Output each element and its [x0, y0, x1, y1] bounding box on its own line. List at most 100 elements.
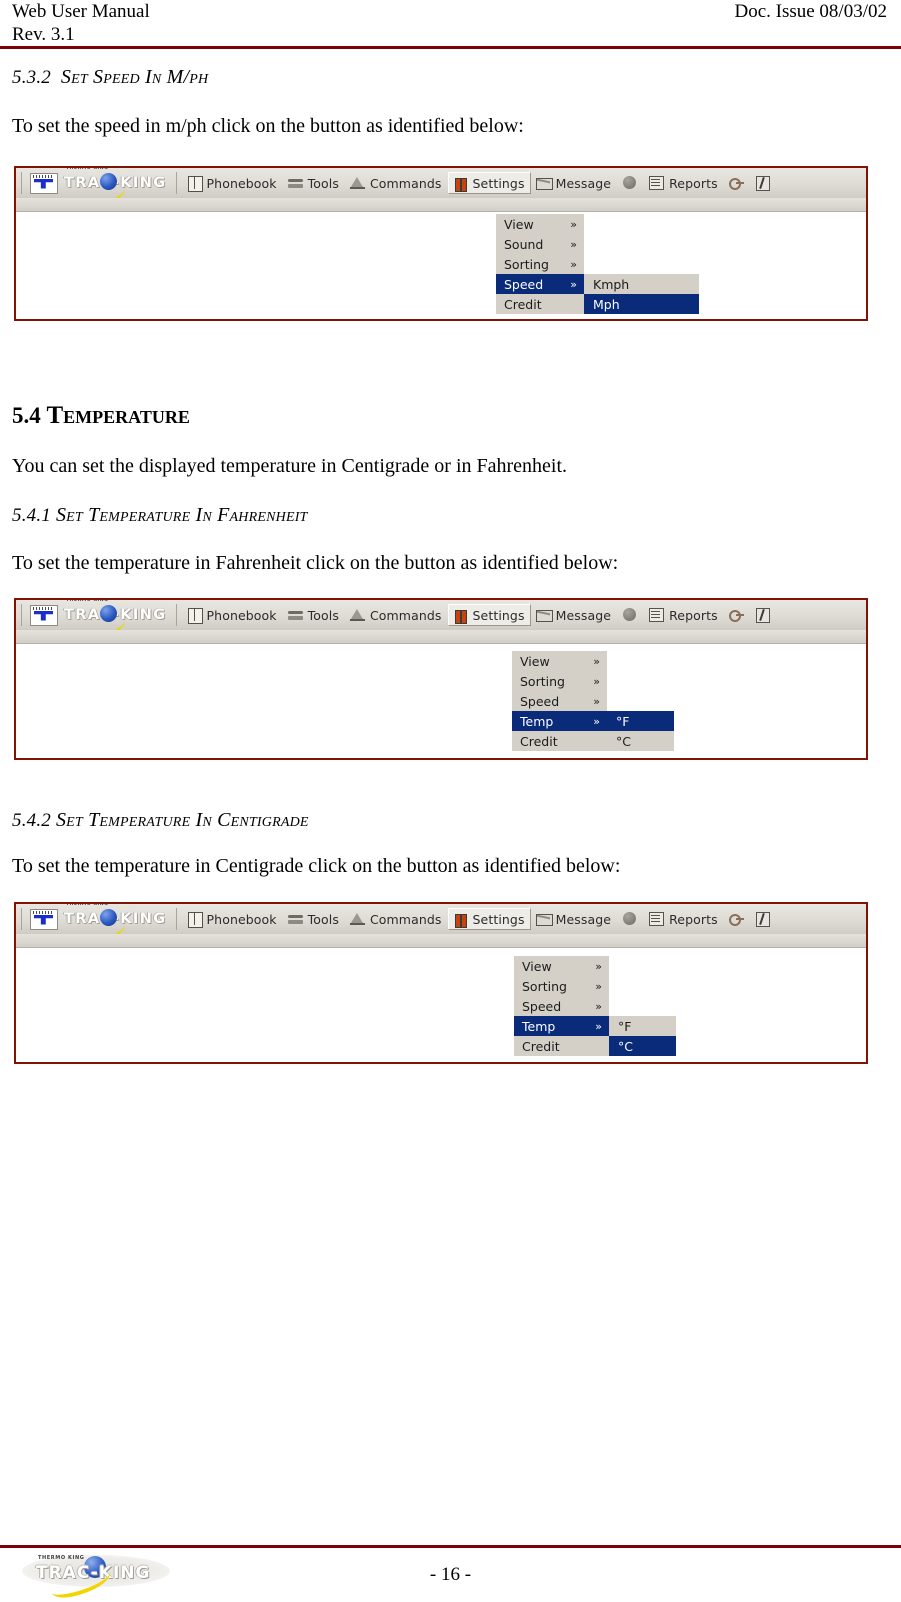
toolbar-item-tools[interactable]: Tools: [283, 172, 345, 194]
submenu-item-fahrenheit[interactable]: °F: [607, 711, 674, 731]
submenu-item-kmph[interactable]: Kmph: [584, 274, 699, 294]
toolbar-item-exit[interactable]: [751, 604, 778, 626]
chevron-right-icon: »: [570, 257, 577, 271]
header-rule: [0, 46, 901, 49]
submenu-item-celsius[interactable]: °C: [607, 731, 674, 751]
toolbar-item-commands[interactable]: Commands: [345, 172, 448, 194]
toolbar-item-message[interactable]: Message: [531, 908, 618, 930]
toolbar-item-message[interactable]: Message: [531, 604, 618, 626]
chevron-right-icon: »: [593, 674, 600, 688]
toolbar-label: Message: [555, 911, 612, 927]
brand-tagline: THERMO KING: [66, 904, 109, 907]
chevron-right-icon: »: [570, 237, 577, 251]
heading-5-4-1: 5.4.1 Set Temperature In Fahrenheit: [12, 504, 308, 527]
menu-item-label: Credit: [504, 296, 542, 312]
menu-item-label: Credit: [522, 1038, 560, 1054]
menu-item-label: Temp: [520, 713, 554, 729]
toolbar-label: Phonebook: [206, 911, 277, 927]
menu-item-sound[interactable]: Sound »: [496, 234, 584, 254]
menu-item-credit[interactable]: Credit: [512, 731, 607, 751]
toolbar-item-tools[interactable]: Tools: [283, 908, 345, 930]
menu-item-label: View: [504, 216, 534, 232]
toolbar-label: Tools: [307, 175, 339, 191]
chevron-right-icon: »: [570, 217, 577, 231]
menu-item-label: Sound: [504, 236, 544, 252]
menu-item-temp[interactable]: Temp »: [512, 711, 607, 731]
toolbar-divider: [175, 604, 177, 626]
paragraph-5-4: You can set the displayed temperature in…: [12, 455, 568, 477]
paragraph-5-3-2: To set the speed in m/ph click on the bu…: [12, 115, 524, 137]
menu-item-label: Credit: [520, 733, 558, 749]
menu-item-credit[interactable]: Credit: [496, 294, 584, 314]
commands-icon: [349, 175, 366, 191]
toolbar-label: Tools: [307, 607, 339, 623]
submenu-item-label: °C: [618, 1038, 633, 1054]
heading-5-3-2-title: Set Speed In M/ph: [60, 66, 209, 88]
toolbar-item-phonebook[interactable]: Phonebook: [182, 604, 283, 626]
app-toolbar: THERMO KING TRAC-KING Phonebook Tools Co…: [16, 904, 866, 948]
toolbar-item-key[interactable]: [724, 604, 751, 626]
toolbar-item-exit[interactable]: [751, 172, 778, 194]
toolbar-item-message[interactable]: Message: [531, 172, 618, 194]
toolbar-label: Commands: [369, 175, 442, 191]
toolbar-item-globe[interactable]: [617, 604, 644, 626]
heading-5-3-2-number: 5.3.2: [12, 67, 51, 88]
toolbar-item-globe[interactable]: [617, 172, 644, 194]
toolbar-item-reports[interactable]: Reports: [644, 172, 724, 194]
menu-item-speed[interactable]: Speed »: [496, 274, 584, 294]
toolbar-divider: [21, 908, 22, 930]
settings-icon: [452, 607, 469, 624]
brand-wordmark: THERMO KING TRAC-KING: [64, 904, 171, 948]
toolbar-item-reports[interactable]: Reports: [644, 604, 724, 626]
key-icon: [728, 911, 745, 927]
book-icon: [186, 911, 203, 928]
settings-menu: View » Sorting » Speed » Temp » Credit °…: [512, 651, 674, 751]
toolbar-item-exit[interactable]: [751, 908, 778, 930]
menu-item-sorting[interactable]: Sorting »: [512, 671, 607, 691]
toolbar-divider: [21, 604, 22, 626]
menu-item-label: Sorting: [520, 673, 565, 689]
menu-item-view[interactable]: View »: [496, 214, 584, 234]
commands-icon: [349, 911, 366, 927]
toolbar-item-settings[interactable]: Settings: [447, 604, 531, 626]
exit-icon: [755, 607, 772, 623]
toolbar-item-phonebook[interactable]: Phonebook: [182, 908, 283, 930]
toolbar-item-key[interactable]: [724, 172, 751, 194]
toolbar-strip: [16, 198, 866, 212]
footer-rule: [0, 1545, 901, 1548]
menu-item-speed[interactable]: Speed »: [512, 691, 607, 711]
toolbar-item-settings[interactable]: Settings: [447, 908, 531, 930]
toolbar-item-commands[interactable]: Commands: [345, 908, 448, 930]
menu-item-sorting[interactable]: Sorting »: [496, 254, 584, 274]
menu-item-view[interactable]: View »: [512, 651, 607, 671]
toolbar-item-commands[interactable]: Commands: [345, 604, 448, 626]
menu-item-sorting[interactable]: Sorting »: [514, 976, 609, 996]
submenu-item-mph[interactable]: Mph: [584, 294, 699, 314]
menu-item-credit[interactable]: Credit: [514, 1036, 609, 1056]
app-toolbar: THERMO KING TRAC-KING Phonebook Tools Co…: [16, 600, 866, 644]
toolbar-item-settings[interactable]: Settings: [447, 172, 531, 194]
message-icon: [535, 607, 553, 623]
speed-submenu: Kmph Mph: [584, 274, 699, 314]
toolbar-item-key[interactable]: [724, 908, 751, 930]
message-icon: [535, 175, 553, 191]
brand-wordmark: THERMO KING TRAC-KING: [64, 600, 171, 644]
submenu-item-fahrenheit[interactable]: °F: [609, 1016, 676, 1036]
submenu-item-celsius[interactable]: °C: [609, 1036, 676, 1056]
toolbar-item-globe[interactable]: [617, 908, 644, 930]
chevron-right-icon: »: [593, 714, 600, 728]
toolbar-label: Settings: [472, 607, 525, 623]
toolbar-item-phonebook[interactable]: Phonebook: [182, 172, 283, 194]
toolbar-strip: [16, 630, 866, 644]
toolbar-item-tools[interactable]: Tools: [283, 604, 345, 626]
toolbar-label: Reports: [669, 607, 718, 623]
menu-item-temp[interactable]: Temp »: [514, 1016, 609, 1036]
toolbar-item-reports[interactable]: Reports: [644, 908, 724, 930]
document-issue: Doc. Issue 08/03/02: [734, 1, 887, 22]
speed-menu-screenshot: THERMO KING TRAC-KING Phonebook Tools Co…: [14, 166, 868, 321]
fahrenheit-menu-screenshot: THERMO KING TRAC-KING Phonebook Tools Co…: [14, 598, 868, 760]
thermo-king-mark-icon: [30, 604, 58, 626]
menu-item-speed[interactable]: Speed »: [514, 996, 609, 1016]
toolbar-label: Phonebook: [206, 607, 277, 623]
menu-item-view[interactable]: View »: [514, 956, 609, 976]
